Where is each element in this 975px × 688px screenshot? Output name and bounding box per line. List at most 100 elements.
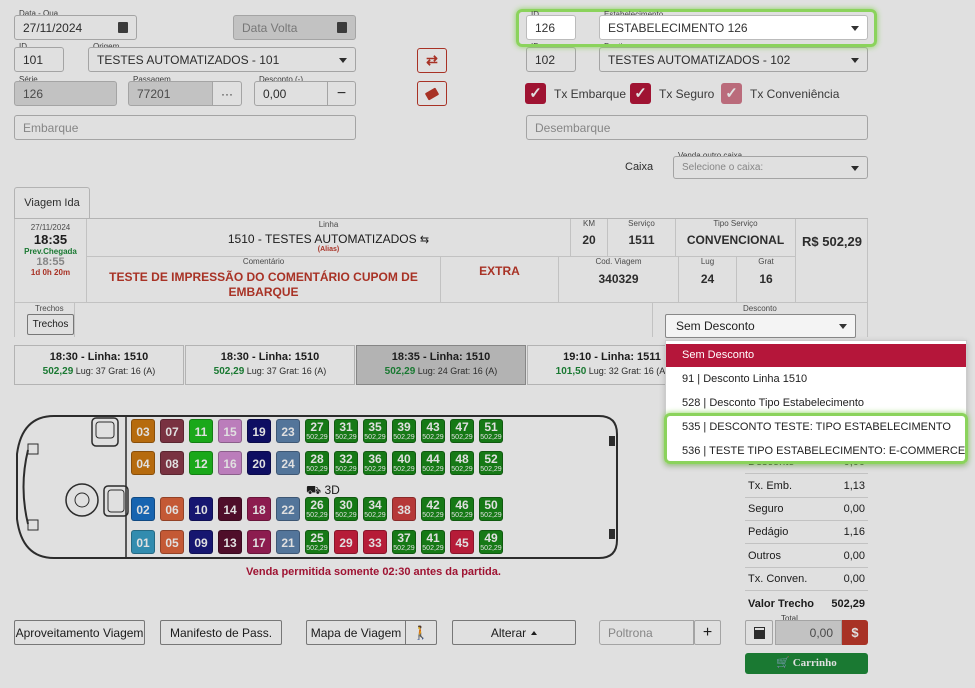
walk-button[interactable]: 🚶: [405, 620, 437, 645]
seat-30[interactable]: 30 502,29: [334, 497, 358, 521]
data-volta-input[interactable]: Data Volta: [233, 15, 356, 40]
seat-24[interactable]: 24: [276, 451, 300, 475]
seat-18[interactable]: 18: [247, 497, 271, 521]
seat-23[interactable]: 23: [276, 419, 300, 443]
seat-33[interactable]: 33: [363, 530, 387, 554]
seat-36[interactable]: 36 502,29: [363, 451, 387, 475]
seat-28[interactable]: 28 502,29: [305, 451, 329, 475]
desconto-input[interactable]: 0,00: [254, 81, 328, 106]
trip-title: 18:35 - Linha: 1510: [391, 351, 491, 363]
seat-48[interactable]: 48 502,29: [450, 451, 474, 475]
tx-conveniencia-checkbox[interactable]: ✓: [721, 83, 742, 104]
seat-40[interactable]: 40 502,29: [392, 451, 416, 475]
seat-41[interactable]: 41 502,29: [421, 530, 445, 554]
desembarque-input[interactable]: Desembarque: [526, 115, 868, 140]
tipo-servico-value: CONVENCIONAL: [686, 233, 785, 247]
seat-01[interactable]: 01: [131, 530, 155, 554]
id-destino-input[interactable]: 102: [526, 47, 576, 72]
aproveitamento-viagem-button[interactable]: Aproveitamento Viagem: [14, 620, 145, 645]
seat-39[interactable]: 39 502,29: [392, 419, 416, 443]
seat-43[interactable]: 43 502,29: [421, 419, 445, 443]
seat-17[interactable]: 17: [247, 530, 271, 554]
seat-31[interactable]: 31 502,29: [334, 419, 358, 443]
dropdown-option-91[interactable]: 91 | Desconto Linha 1510: [666, 367, 966, 391]
seat-16[interactable]: 16: [218, 451, 242, 475]
swap-button[interactable]: ⇄: [417, 48, 447, 73]
seat-52[interactable]: 52 502,29: [479, 451, 503, 475]
seat-08[interactable]: 08: [160, 451, 184, 475]
seat-09[interactable]: 09: [189, 530, 213, 554]
id-origem-input[interactable]: 101: [14, 47, 64, 72]
seat-12[interactable]: 12: [189, 451, 213, 475]
seat-47[interactable]: 47 502,29: [450, 419, 474, 443]
alterar-button[interactable]: Alterar: [452, 620, 576, 645]
seat-34[interactable]: 34 502,29: [363, 497, 387, 521]
seat-21[interactable]: 21: [276, 530, 300, 554]
carrinho-label: Carrinho: [792, 657, 837, 669]
seat-07[interactable]: 07: [160, 419, 184, 443]
summary-row-seguro: Seguro 0,00: [745, 498, 868, 521]
tab-viagem-ida[interactable]: Viagem Ida: [14, 187, 90, 219]
seat-11[interactable]: 11: [189, 419, 213, 443]
seat-44[interactable]: 44 502,29: [421, 451, 445, 475]
desconto-select[interactable]: Sem Desconto: [665, 314, 856, 338]
seat-05[interactable]: 05: [160, 530, 184, 554]
poltrona-input[interactable]: Poltrona: [599, 620, 694, 645]
seat-number: 47: [455, 420, 469, 434]
swap-icon: ⇄: [426, 52, 438, 68]
seat-29[interactable]: 29: [334, 530, 358, 554]
dropdown-option-sem-desconto[interactable]: Sem Desconto: [666, 344, 966, 367]
seat-26[interactable]: 26 502,29: [305, 497, 329, 521]
seat-32[interactable]: 32 502,29: [334, 451, 358, 475]
seat-35[interactable]: 35 502,29: [363, 419, 387, 443]
seat-37[interactable]: 37 502,29: [392, 530, 416, 554]
seat-19[interactable]: 19: [247, 419, 271, 443]
seat-45[interactable]: 45: [450, 530, 474, 554]
estabelecimento-select[interactable]: ESTABELECIMENTO 126: [599, 15, 868, 40]
seat-06[interactable]: 06: [160, 497, 184, 521]
seat-27[interactable]: 27 502,29: [305, 419, 329, 443]
seat-number: 34: [368, 498, 382, 512]
refresh-icon[interactable]: ⇆: [420, 234, 429, 246]
linha-alias: (Alias): [317, 246, 340, 253]
payment-button[interactable]: $: [842, 620, 868, 645]
seat-price: 502,29: [451, 466, 473, 473]
seat-15[interactable]: 15: [218, 419, 242, 443]
trechos-button[interactable]: Trechos: [27, 314, 74, 335]
seat-25[interactable]: 25 502,29: [305, 530, 329, 554]
embarque-input[interactable]: Embarque: [14, 115, 356, 140]
add-poltrona-button[interactable]: +: [694, 620, 721, 645]
data-ida-input[interactable]: 27/11/2024: [14, 15, 137, 40]
manifesto-button[interactable]: Manifesto de Pass.: [160, 620, 282, 645]
trip-card-selected[interactable]: 18:35 - Linha: 1510 502,29 Lug: 24 Grat:…: [356, 345, 526, 385]
tx-seguro-checkbox[interactable]: ✓: [630, 83, 651, 104]
dropdown-option-528[interactable]: 528 | Desconto Tipo Estabelecimento: [666, 391, 966, 415]
seat-04[interactable]: 04: [131, 451, 155, 475]
carrinho-button[interactable]: 🛒 Carrinho: [745, 653, 868, 674]
seat-42[interactable]: 42 502,29: [421, 497, 445, 521]
seat-46[interactable]: 46 502,29: [450, 497, 474, 521]
origem-select[interactable]: TESTES AUTOMATIZADOS - 101: [88, 47, 356, 72]
id-estabelecimento-input[interactable]: 126: [526, 15, 576, 40]
seat-50[interactable]: 50 502,29: [479, 497, 503, 521]
seat-02[interactable]: 02: [131, 497, 155, 521]
desconto-minus-button[interactable]: −: [327, 81, 356, 106]
clear-button[interactable]: [417, 81, 447, 106]
seat-10[interactable]: 10: [189, 497, 213, 521]
seat-49[interactable]: 49 502,29: [479, 530, 503, 554]
trip-card[interactable]: 18:30 - Linha: 1510 502,29 Lug: 37 Grat:…: [185, 345, 355, 385]
seat-38[interactable]: 38: [392, 497, 416, 521]
seat-20[interactable]: 20: [247, 451, 271, 475]
seat-03[interactable]: 03: [131, 419, 155, 443]
venda-outro-caixa-select[interactable]: Selecione o caixa:: [673, 156, 868, 179]
seat-13[interactable]: 13: [218, 530, 242, 554]
seat-14[interactable]: 14: [218, 497, 242, 521]
mapa-viagem-button[interactable]: Mapa de Viagem: [306, 620, 406, 645]
passagem-more-button[interactable]: ···: [212, 81, 242, 106]
seat-22[interactable]: 22: [276, 497, 300, 521]
trash-button[interactable]: [745, 620, 773, 645]
destino-select[interactable]: TESTES AUTOMATIZADOS - 102: [599, 47, 868, 72]
seat-51[interactable]: 51 502,29: [479, 419, 503, 443]
trip-card[interactable]: 18:30 - Linha: 1510 502,29 Lug: 37 Grat:…: [14, 345, 184, 385]
tx-embarque-checkbox[interactable]: ✓: [525, 83, 546, 104]
